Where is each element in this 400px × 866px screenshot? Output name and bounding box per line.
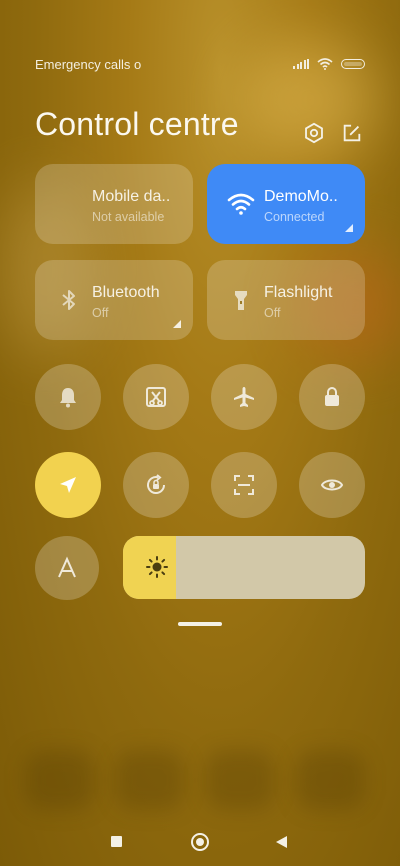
- screenshot-icon: [146, 387, 166, 407]
- tile-title: Bluetooth: [92, 284, 160, 301]
- sun-icon: [146, 556, 168, 578]
- location-icon: [60, 477, 76, 493]
- status-icons: [293, 58, 365, 70]
- carrier-text: Emergency calls o: [35, 56, 142, 72]
- toggle-scanner[interactable]: [211, 452, 277, 518]
- toggle-auto-brightness[interactable]: [35, 536, 99, 600]
- tile-title: DemoMo..: [264, 188, 338, 205]
- wifi-icon: [227, 193, 255, 215]
- tile-bluetooth[interactable]: Bluetooth Off: [35, 260, 193, 340]
- lock-icon: [325, 387, 339, 406]
- page-title: Control centre: [35, 106, 239, 142]
- toggle-silent[interactable]: [35, 364, 101, 430]
- home-icon[interactable]: [191, 833, 209, 851]
- square-icon[interactable]: [111, 836, 122, 847]
- back-icon[interactable]: [276, 836, 287, 848]
- airplane-icon: [234, 387, 254, 407]
- background-blur: [25, 750, 95, 810]
- bell-icon: [60, 388, 76, 408]
- gear-icon[interactable]: [303, 122, 325, 144]
- background-blur: [205, 750, 275, 810]
- brightness-slider[interactable]: [123, 536, 365, 599]
- tile-subtitle: Off: [264, 306, 281, 320]
- toggle-rotation-lock[interactable]: [123, 452, 189, 518]
- wifi-status-icon: [317, 58, 333, 70]
- tile-subtitle: Connected: [264, 210, 325, 224]
- battery-icon: [341, 59, 365, 69]
- eye-icon: [320, 479, 344, 491]
- rotation-lock-icon: [147, 474, 166, 494]
- tile-title: Flashlight: [264, 284, 333, 301]
- tile-subtitle: Not available: [92, 210, 165, 224]
- toggle-airplane[interactable]: [211, 364, 277, 430]
- drag-handle[interactable]: [178, 622, 222, 626]
- toggle-location[interactable]: [35, 452, 101, 518]
- mobile-data-icon: [57, 192, 81, 216]
- signal-icon: [293, 59, 309, 69]
- flashlight-icon: [235, 291, 247, 310]
- background-blur: [115, 750, 185, 810]
- tile-wifi[interactable]: DemoMo.. Connected: [207, 164, 365, 244]
- scanner-icon: [234, 475, 254, 495]
- edit-icon[interactable]: [341, 122, 363, 144]
- tile-flashlight[interactable]: Flashlight Off: [207, 260, 365, 340]
- toggle-lock-screen[interactable]: [299, 364, 365, 430]
- expand-corner-icon[interactable]: [173, 320, 181, 328]
- toggle-reading-mode[interactable]: [299, 452, 365, 518]
- bluetooth-icon: [62, 290, 75, 310]
- background-blur: [295, 750, 365, 810]
- auto-brightness-icon: [58, 556, 76, 578]
- tile-title: Mobile da..: [92, 188, 171, 205]
- tile-subtitle: Off: [92, 306, 109, 320]
- tile-mobile-data[interactable]: Mobile da.. Not available: [35, 164, 193, 244]
- status-bar: Emergency calls o: [35, 56, 365, 72]
- toggle-screenshot[interactable]: [123, 364, 189, 430]
- expand-corner-icon[interactable]: [345, 224, 353, 232]
